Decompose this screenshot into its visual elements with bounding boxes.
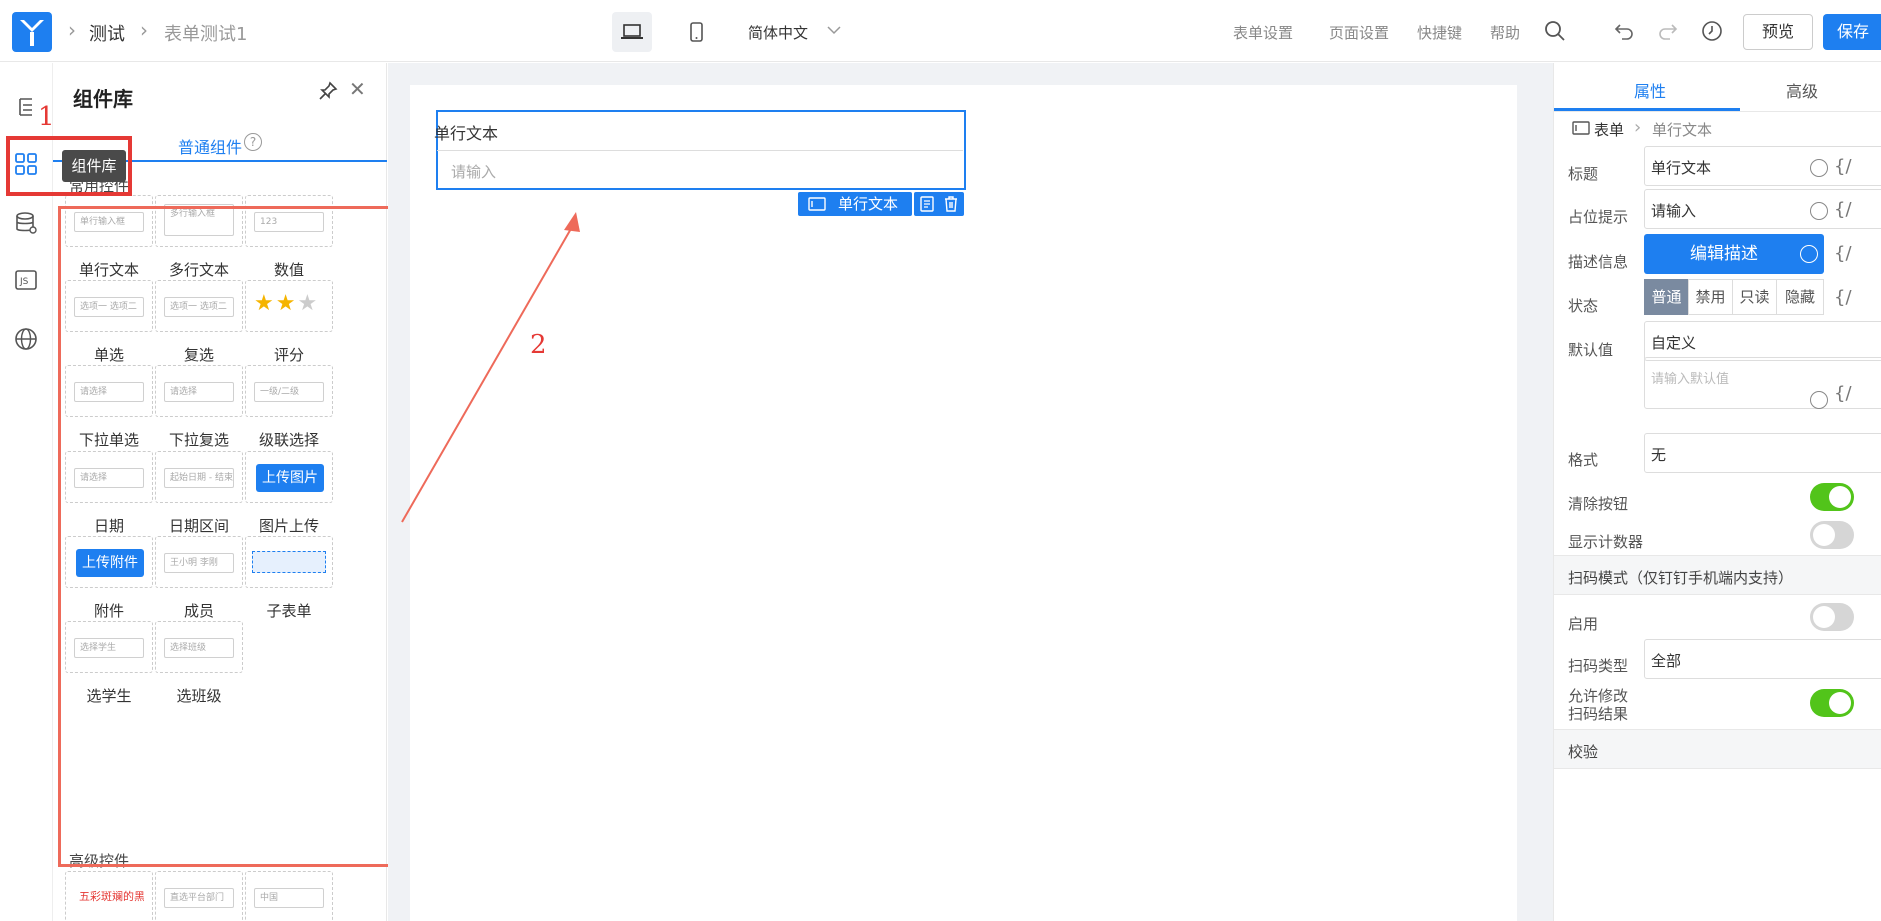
enable-scan-toggle[interactable] [1810,603,1854,631]
field-type-tag: 单行文本 [798,192,912,216]
app-logo[interactable] [12,12,52,52]
expression-icon[interactable]: {/ [1834,383,1852,404]
title-label: 标题 [1568,165,1599,183]
expression-icon[interactable]: {/ [1834,287,1852,308]
component-tile-advanced[interactable]: 中国 [245,871,333,921]
scan-mode-section[interactable]: 扫码模式（仅钉钉手机端内支持） [1554,555,1881,595]
state-readonly[interactable]: 只读 [1732,279,1777,315]
menu-page-settings[interactable]: 页面设置 [1329,22,1389,43]
chevron-right-icon: › [1634,117,1642,138]
chevron-right-icon: › [68,18,76,42]
chevron-right-icon: › [140,18,148,42]
clear-button-label: 清除按钮 [1568,495,1629,513]
laptop-icon [621,24,643,39]
placeholder-label: 占位提示 [1568,208,1629,226]
state-hidden[interactable]: 隐藏 [1776,279,1824,315]
menu-form-settings[interactable]: 表单设置 [1233,22,1293,43]
globe-icon[interactable] [1810,202,1828,220]
field-actions [914,192,964,216]
component-tile-advanced[interactable]: 直选平台部门 [155,871,243,921]
help-circle-icon[interactable]: ? [244,133,262,151]
expression-icon[interactable]: {/ [1834,243,1852,264]
counter-toggle[interactable] [1810,521,1854,549]
expression-icon[interactable]: {/ [1834,156,1852,177]
delete-icon[interactable] [942,195,960,213]
format-select[interactable]: 无 [1644,433,1881,473]
component-preview: 五彩斑斓的黑 [79,890,144,903]
mobile-view-button[interactable] [676,12,716,52]
annotation-arrow [401,212,580,523]
scan-type-select[interactable]: 全部 [1644,639,1881,679]
input-icon [808,197,826,211]
component-preview: 直选平台部门 [164,888,234,908]
history-icon[interactable] [1700,19,1724,43]
search-icon[interactable] [1543,19,1567,43]
menu-help[interactable]: 帮助 [1490,22,1520,43]
undo-icon[interactable] [1612,19,1636,43]
annotation-label-1: 1 [38,102,55,132]
allow-edit-label-2: 扫码结果 [1568,705,1629,723]
state-normal[interactable]: 普通 [1644,279,1689,315]
language-select[interactable]: 简体中文 [748,22,808,43]
properties-panel: 属性 高级 表单 › 单行文本 标题 单行文本 {/ 占位提示 请输入 {/ 描… [1553,63,1881,921]
panel-title: 组件库 [73,87,133,111]
field-type-label: 单行文本 [838,195,899,213]
breadcrumb-form[interactable]: 表单测试1 [164,20,247,46]
globe-icon[interactable] [1810,159,1828,177]
save-button[interactable]: 保存 [1823,14,1881,50]
preview-button[interactable]: 预览 [1743,14,1813,50]
default-mode-select[interactable]: 自定义 [1644,321,1881,361]
menu-shortcuts[interactable]: 快捷键 [1417,22,1462,43]
svg-text:JS: JS [19,277,29,287]
counter-label: 显示计数器 [1568,533,1644,551]
top-bar: › 测试 › 表单测试1 简体中文 表单设置 页面设置 快捷键 帮助 预览 保存 [0,0,1881,62]
globe-icon[interactable] [1810,391,1828,409]
description-label: 描述信息 [1568,253,1629,271]
annotation-box-2 [58,206,396,867]
props-breadcrumb-field: 单行文本 [1652,121,1713,139]
field-label: 单行文本 [434,124,499,143]
enable-label: 启用 [1568,615,1599,633]
state-disabled[interactable]: 禁用 [1688,279,1733,315]
desktop-view-button[interactable] [612,12,652,52]
validation-section[interactable]: 校验 [1554,729,1881,769]
divider [1554,111,1881,112]
redo-icon[interactable] [1656,19,1680,43]
tab-common-components[interactable]: 普通组件 [178,134,242,158]
close-icon[interactable]: ✕ [349,77,366,101]
tooltip: 组件库 [62,150,126,182]
tab-advanced[interactable]: 高级 [1786,78,1818,102]
pin-icon[interactable] [318,81,338,101]
globe-icon[interactable] [1800,245,1818,263]
phone-icon [690,22,703,42]
data-source-icon[interactable] [12,209,40,237]
edit-description-button[interactable]: 编辑描述 [1644,234,1824,274]
component-tile-advanced[interactable]: 五彩斑斓的黑 [65,871,153,921]
field-input[interactable]: 请输入 [437,150,963,188]
scan-type-label: 扫码类型 [1568,657,1629,675]
js-code-icon[interactable]: JS [12,266,40,294]
default-value-label: 默认值 [1568,341,1614,359]
expression-icon[interactable]: {/ [1834,199,1852,220]
component-preview: 中国 [254,888,324,908]
state-label: 状态 [1568,297,1599,315]
allow-edit-toggle[interactable] [1810,689,1854,717]
annotation-label-2: 2 [530,330,547,360]
tab-properties[interactable]: 属性 [1634,78,1666,102]
format-label: 格式 [1568,451,1599,469]
breadcrumb-app[interactable]: 测试 [89,20,125,46]
clear-button-toggle[interactable] [1810,483,1854,511]
globe-icon[interactable] [12,325,40,353]
form-icon [1572,121,1590,135]
copy-icon[interactable] [918,195,936,213]
props-breadcrumb-form[interactable]: 表单 [1594,119,1624,140]
chevron-down-icon [827,26,841,35]
outline-tree-icon[interactable] [12,93,40,121]
